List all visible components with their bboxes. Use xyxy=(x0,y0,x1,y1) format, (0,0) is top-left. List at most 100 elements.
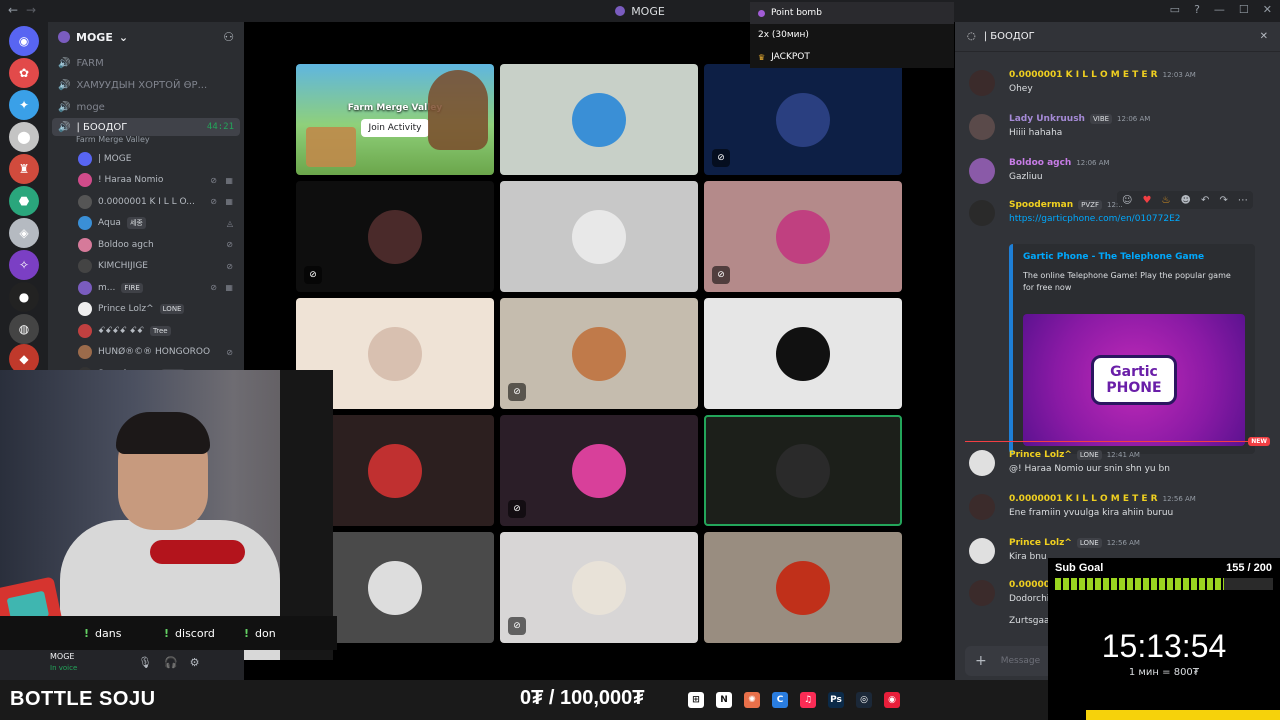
points-item[interactable]: 2x (30мин) xyxy=(750,24,954,46)
maximize-icon[interactable]: ☐ xyxy=(1239,3,1249,16)
taskbar-app-icon[interactable]: N xyxy=(716,692,732,708)
participant-avatar xyxy=(368,326,422,381)
back-arrow-icon[interactable]: ← xyxy=(8,3,18,17)
server-icon[interactable]: ✿ xyxy=(9,58,39,88)
voice-user[interactable]: ! Haraa Nomio ⊘ ▦ xyxy=(48,170,244,192)
voice-user[interactable]: 0.0000001 K I L L O... ⊘ ▦ xyxy=(48,191,244,213)
voice-user[interactable]: Prince Lolz^ LONE xyxy=(48,299,244,321)
voice-channel-3[interactable]: 🔊 | БООДОГ 44:21 xyxy=(52,118,240,136)
add-reaction-icon[interactable]: ☻ xyxy=(1181,195,1191,206)
inbox-icon[interactable]: ▭ xyxy=(1170,3,1180,16)
participant-avatar xyxy=(572,92,626,147)
activity-tile[interactable]: Farm Merge Valley Join Activity xyxy=(296,64,494,175)
participant-tile[interactable]: ⊘ xyxy=(500,532,698,643)
avatar[interactable] xyxy=(969,158,995,184)
message-author[interactable]: Lady Unkruush xyxy=(1009,114,1085,124)
chat-header: ◌ | БООДОГ ✕ xyxy=(955,22,1280,52)
avatar[interactable] xyxy=(969,114,995,140)
message-text: Dodorchi xyxy=(1009,594,1050,604)
message-author[interactable]: 0.0000001 K I L L O M E T E R xyxy=(1009,494,1158,504)
close-icon[interactable]: ✕ xyxy=(1263,3,1272,16)
taskbar-app-icon[interactable]: ♫ xyxy=(800,692,816,708)
participant-tile[interactable] xyxy=(500,64,698,175)
avatar[interactable] xyxy=(969,450,995,476)
microphone-icon[interactable]: 🎙 xyxy=(138,656,152,669)
server-icon[interactable]: ♜ xyxy=(9,154,39,184)
voice-user[interactable]: ꗃꗃꗃꗃ ꗃꗃ Tree xyxy=(48,320,244,342)
minimize-icon[interactable]: — xyxy=(1214,3,1225,16)
server-icon[interactable]: ✦ xyxy=(9,90,39,120)
heart-icon[interactable]: ♥ xyxy=(1143,195,1152,206)
voice-channel-0[interactable]: 🔊 FARM xyxy=(48,52,244,74)
headphones-icon[interactable]: 🎧 xyxy=(164,656,178,669)
voice-user[interactable]: KIMCHIJIGE ⊘ xyxy=(48,256,244,278)
forward-icon[interactable]: ↷ xyxy=(1219,195,1227,206)
close-chat-icon[interactable]: ✕ xyxy=(1260,31,1268,42)
avatar[interactable] xyxy=(969,200,995,226)
embed-title[interactable]: Gartic Phone - The Telephone Game xyxy=(1023,252,1245,262)
participant-tile[interactable]: ⊘ xyxy=(500,415,698,526)
voice-user[interactable]: Boldoo agch ⊘ xyxy=(48,234,244,256)
avatar[interactable] xyxy=(969,494,995,520)
voice-channel-2[interactable]: 🔊 moge xyxy=(48,96,244,118)
server-icon[interactable]: ◍ xyxy=(9,314,39,344)
message-author[interactable]: Prince Lolz^ xyxy=(1009,538,1072,548)
message-header: 0.0000001 K I L L O M E T E R 12:03 AM xyxy=(1009,70,1196,80)
plus-icon[interactable]: + xyxy=(975,653,987,669)
server-icon[interactable]: ◈ xyxy=(9,218,39,248)
forward-arrow-icon[interactable]: → xyxy=(26,3,36,17)
server-icon[interactable]: ◉ xyxy=(9,26,39,56)
server-icon[interactable]: ⬤ xyxy=(9,122,39,152)
voice-user[interactable]: Aqua 세종 ◬ xyxy=(48,213,244,235)
settings-gear-icon[interactable]: ⚙ xyxy=(190,656,200,669)
taskbar-app-icon[interactable]: Ps xyxy=(828,692,844,708)
reply-icon[interactable]: ↶ xyxy=(1201,195,1209,206)
user-panel: MOGE In voice 🎙 🎧 ⚙ xyxy=(0,650,244,680)
avatar[interactable] xyxy=(969,70,995,96)
fire-icon[interactable]: ♨ xyxy=(1162,195,1171,206)
participant-tile[interactable] xyxy=(704,415,902,526)
server-icon[interactable]: ⬣ xyxy=(9,186,39,216)
taskbar-app-icon[interactable]: ✺ xyxy=(744,692,760,708)
more-icon[interactable]: ⋯ xyxy=(1238,195,1248,206)
stream-brand: BOTTLE SOJU xyxy=(10,688,156,710)
message-author[interactable]: Boldoo agch xyxy=(1009,158,1071,168)
taskbar-app-icon[interactable]: ◉ xyxy=(884,692,900,708)
message-link[interactable]: https://garticphone.com/en/010772E2 xyxy=(1009,214,1181,224)
points-item[interactable]: ♛ JACKPOT xyxy=(750,46,954,68)
message-author[interactable]: 0.0000001 K I L L O M E T E R xyxy=(1009,70,1158,80)
participant-tile[interactable] xyxy=(704,532,902,643)
message-header: Lady Unkruush VIBE 12:06 AM xyxy=(1009,114,1150,124)
help-icon[interactable]: ? xyxy=(1194,3,1200,16)
muted-deafened-icon: ⊘ xyxy=(226,240,236,250)
add-user-icon[interactable]: ⚇ xyxy=(223,30,234,44)
embed-image[interactable]: Gartic PHONE xyxy=(1023,314,1245,446)
server-icon[interactable]: ✧ xyxy=(9,250,39,280)
emoji-laugh-icon[interactable]: ☺ xyxy=(1122,195,1132,206)
taskbar-app-icon[interactable]: ◎ xyxy=(856,692,872,708)
message-input[interactable]: Message xyxy=(1001,656,1040,666)
participant-tile[interactable]: ⊘ xyxy=(704,181,902,292)
taskbar-app-icon[interactable]: C xyxy=(772,692,788,708)
participant-tile[interactable] xyxy=(500,181,698,292)
message-header: 0.0000001 K I L L O M E T E R 12:56 AM xyxy=(1009,494,1196,504)
points-item[interactable]: Point bomb xyxy=(750,2,954,24)
avatar[interactable] xyxy=(969,580,995,606)
participant-tile[interactable]: ⊘ xyxy=(704,64,902,175)
participant-tile[interactable]: ⊘ xyxy=(296,181,494,292)
voice-user[interactable]: HUNØ®©® HONGOROO ⊘ xyxy=(48,342,244,364)
participant-tile[interactable]: ⊘ xyxy=(500,298,698,409)
message-author[interactable]: Prince Lolz^ xyxy=(1009,450,1072,460)
voice-user[interactable]: m... FIRE ⊘ ▦ xyxy=(48,277,244,299)
participant-tile[interactable] xyxy=(704,298,902,409)
server-icon[interactable]: ● xyxy=(9,282,39,312)
avatar[interactable] xyxy=(969,538,995,564)
join-activity-button[interactable]: Join Activity xyxy=(360,118,430,137)
muted-icon: ⊘ xyxy=(508,500,526,518)
voice-channel-1[interactable]: 🔊 ХАМУУДЫН ХОРТОЙ ӨР... xyxy=(48,74,244,96)
message-author[interactable]: Spooderman xyxy=(1009,200,1073,210)
server-header[interactable]: MOGE ⌄ ⚇ xyxy=(48,22,244,52)
voice-user[interactable]: | MOGE xyxy=(48,148,244,170)
taskbar-app-icon[interactable]: ⊞ xyxy=(688,692,704,708)
activity-art-cow xyxy=(428,70,488,150)
